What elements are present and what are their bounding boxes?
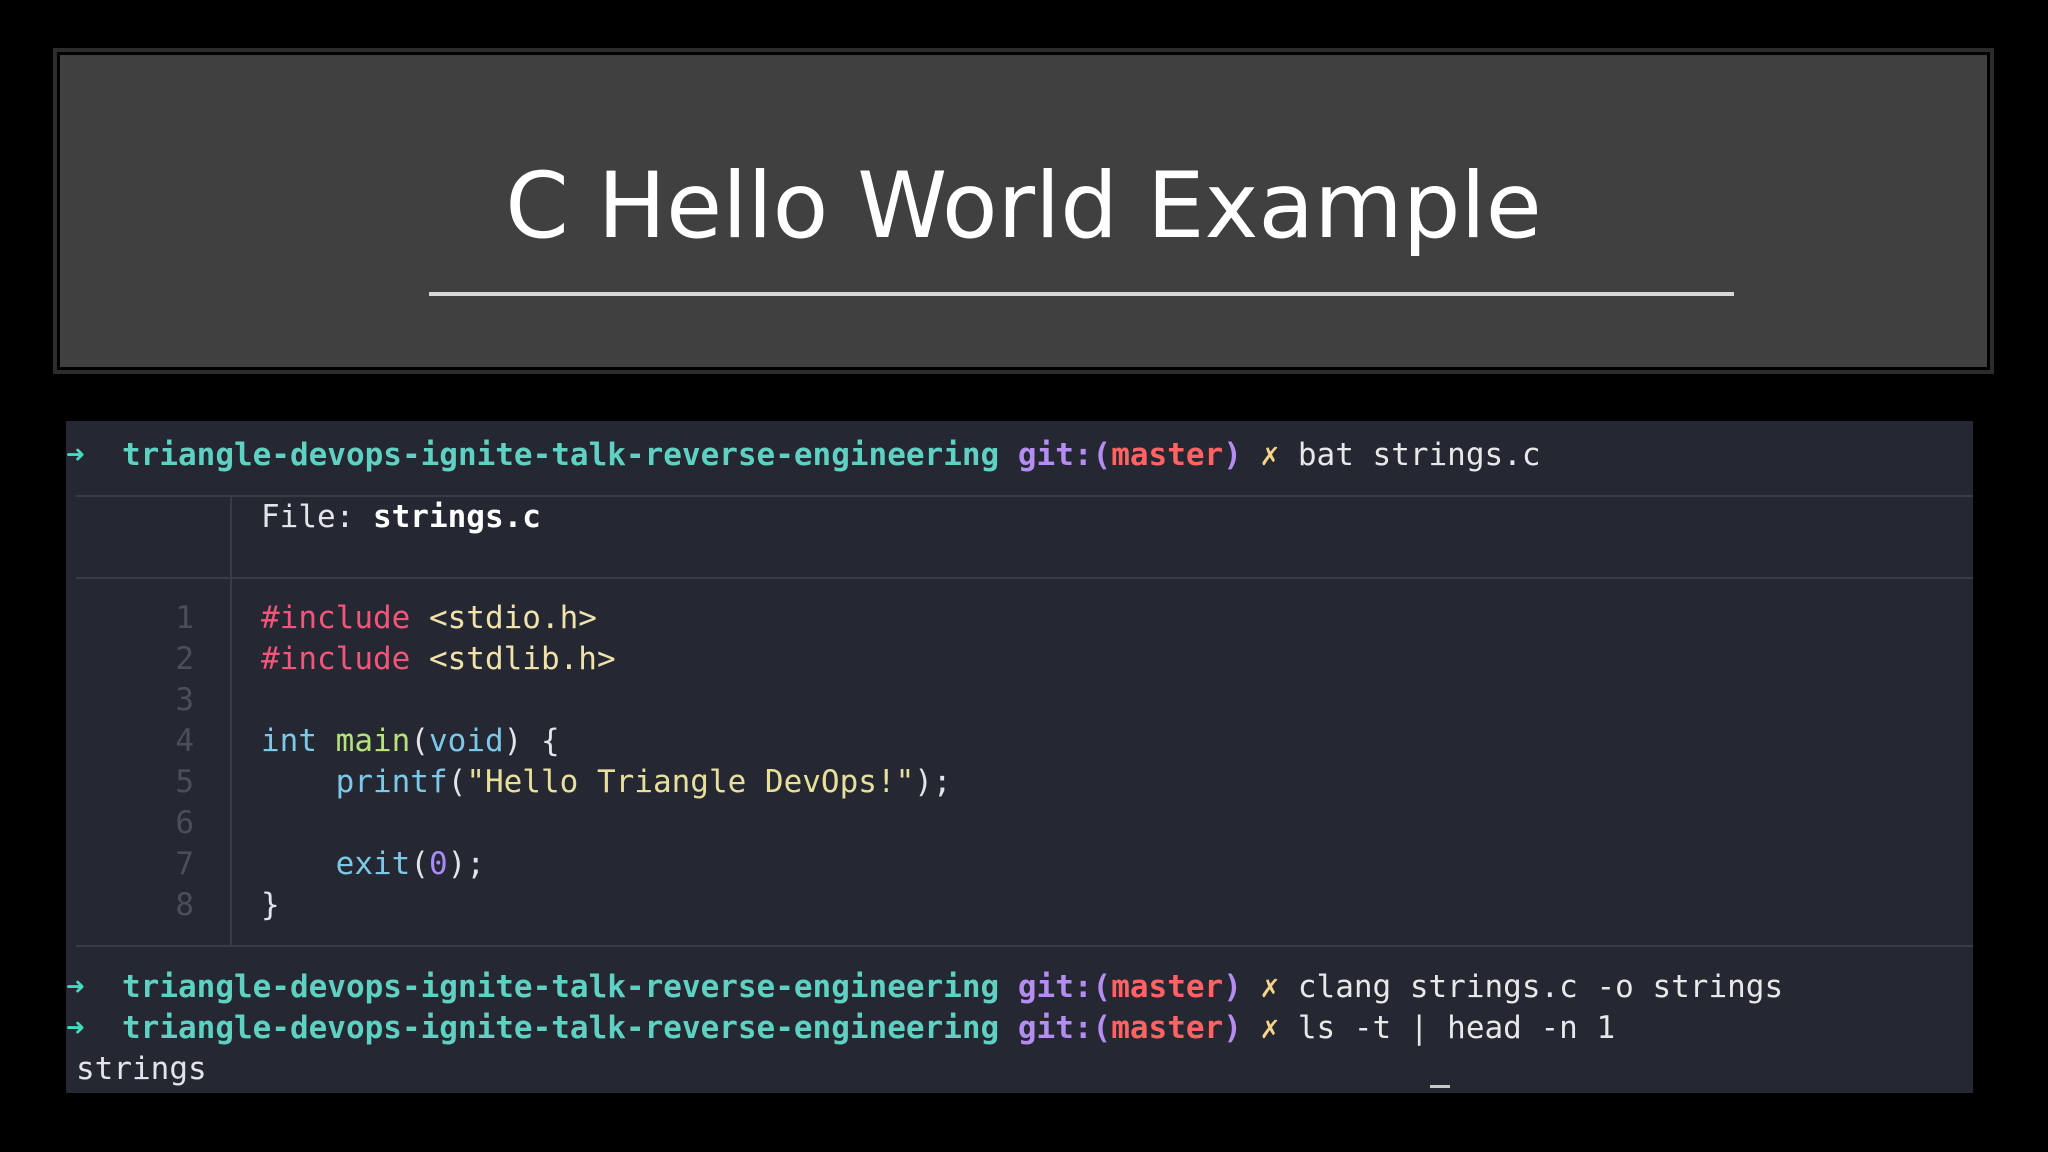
prompt-paren-close: ) [1223, 969, 1242, 1005]
prompt-line-ls: ➜ triangle-devops-ignite-talk-reverse-en… [66, 1008, 1615, 1048]
code-function: main [317, 723, 411, 759]
prompt-arrow-icon: ➜ [66, 1010, 85, 1046]
code-directive: #include [261, 641, 411, 677]
prompt-dirty-icon: ✗ [1260, 437, 1280, 473]
prompt-git-label: git: [1017, 1010, 1093, 1046]
line-number: 2 [175, 641, 194, 677]
title-underline [429, 292, 1734, 296]
prompt-arrow-icon: ➜ [66, 437, 85, 473]
line-number: 5 [175, 764, 194, 800]
command-text: bat strings.c [1297, 437, 1541, 473]
code-type: int [261, 723, 317, 759]
file-label: File: [261, 499, 373, 535]
prompt-dirty-icon: ✗ [1260, 969, 1280, 1005]
line-number: 8 [175, 887, 194, 923]
command-output: strings [76, 1051, 207, 1087]
prompt-line-bat: ➜ triangle-devops-ignite-talk-reverse-en… [66, 435, 1541, 475]
code-punct: ); [447, 846, 485, 882]
terminal-window[interactable]: ➜ triangle-devops-ignite-talk-reverse-en… [66, 421, 1973, 1093]
code-line: exit(0); [261, 844, 485, 884]
file-name: strings.c [372, 499, 541, 535]
code-header: <stdlib.h> [410, 641, 616, 677]
command-text: clang strings.c -o strings [1297, 969, 1784, 1005]
slide: C Hello World Example ➜ triangle-devops-… [0, 0, 2048, 1152]
title-box: C Hello World Example [53, 48, 1994, 374]
prompt-dirty-icon: ✗ [1260, 1010, 1280, 1046]
bat-code-gutter [230, 579, 232, 945]
code-punct: ( [410, 723, 429, 759]
line-number: 7 [175, 846, 194, 882]
prompt-paren-close: ) [1223, 437, 1242, 473]
prompt-branch: master [1111, 1010, 1224, 1046]
code-line: printf("Hello Triangle DevOps!"); [261, 762, 952, 802]
line-number: 4 [175, 723, 194, 759]
prompt-paren-open: ( [1092, 437, 1112, 473]
terminal-cursor [1430, 1085, 1450, 1088]
code-header: <stdio.h> [410, 600, 597, 636]
slide-title: C Hello World Example [505, 154, 1542, 259]
code-punct: ( [447, 764, 467, 800]
line-number: 3 [175, 682, 194, 718]
command-text: ls -t | head -n 1 [1297, 1010, 1616, 1046]
code-line: } [261, 885, 280, 925]
code-punct: ) { [503, 723, 560, 759]
prompt-paren-close: ) [1223, 1010, 1242, 1046]
code-punct: ); [914, 764, 952, 800]
line-number: 1 [175, 600, 194, 636]
code-line: #include <stdlib.h> [261, 639, 616, 679]
bat-file-header: File: strings.c [261, 497, 541, 537]
prompt-branch: master [1111, 437, 1224, 473]
bat-header-gutter [230, 495, 232, 577]
prompt-git-label: git: [1017, 437, 1093, 473]
prompt-git-label: git: [1017, 969, 1093, 1005]
prompt-repo: triangle-devops-ignite-talk-reverse-engi… [122, 1010, 1000, 1046]
line-number: 6 [175, 805, 194, 841]
prompt-paren-open: ( [1092, 1010, 1112, 1046]
prompt-paren-open: ( [1092, 969, 1112, 1005]
bat-header-rule [76, 577, 1973, 579]
code-function: exit [335, 846, 411, 882]
code-number: 0 [428, 846, 448, 882]
bat-bottom-rule [76, 945, 1973, 947]
code-string: "Hello Triangle DevOps!" [466, 764, 915, 800]
prompt-repo: triangle-devops-ignite-talk-reverse-engi… [122, 437, 1000, 473]
prompt-repo: triangle-devops-ignite-talk-reverse-engi… [122, 969, 1000, 1005]
code-punct: ( [410, 846, 429, 882]
code-line: #include <stdio.h> [261, 598, 597, 638]
prompt-branch: master [1111, 969, 1224, 1005]
code-directive: #include [261, 600, 411, 636]
prompt-arrow-icon: ➜ [66, 969, 85, 1005]
code-type: void [429, 723, 504, 759]
code-punct: } [261, 887, 280, 923]
prompt-line-clang: ➜ triangle-devops-ignite-talk-reverse-en… [66, 967, 1783, 1007]
code-function: printf [335, 764, 448, 800]
code-line: int main(void) { [261, 721, 560, 761]
